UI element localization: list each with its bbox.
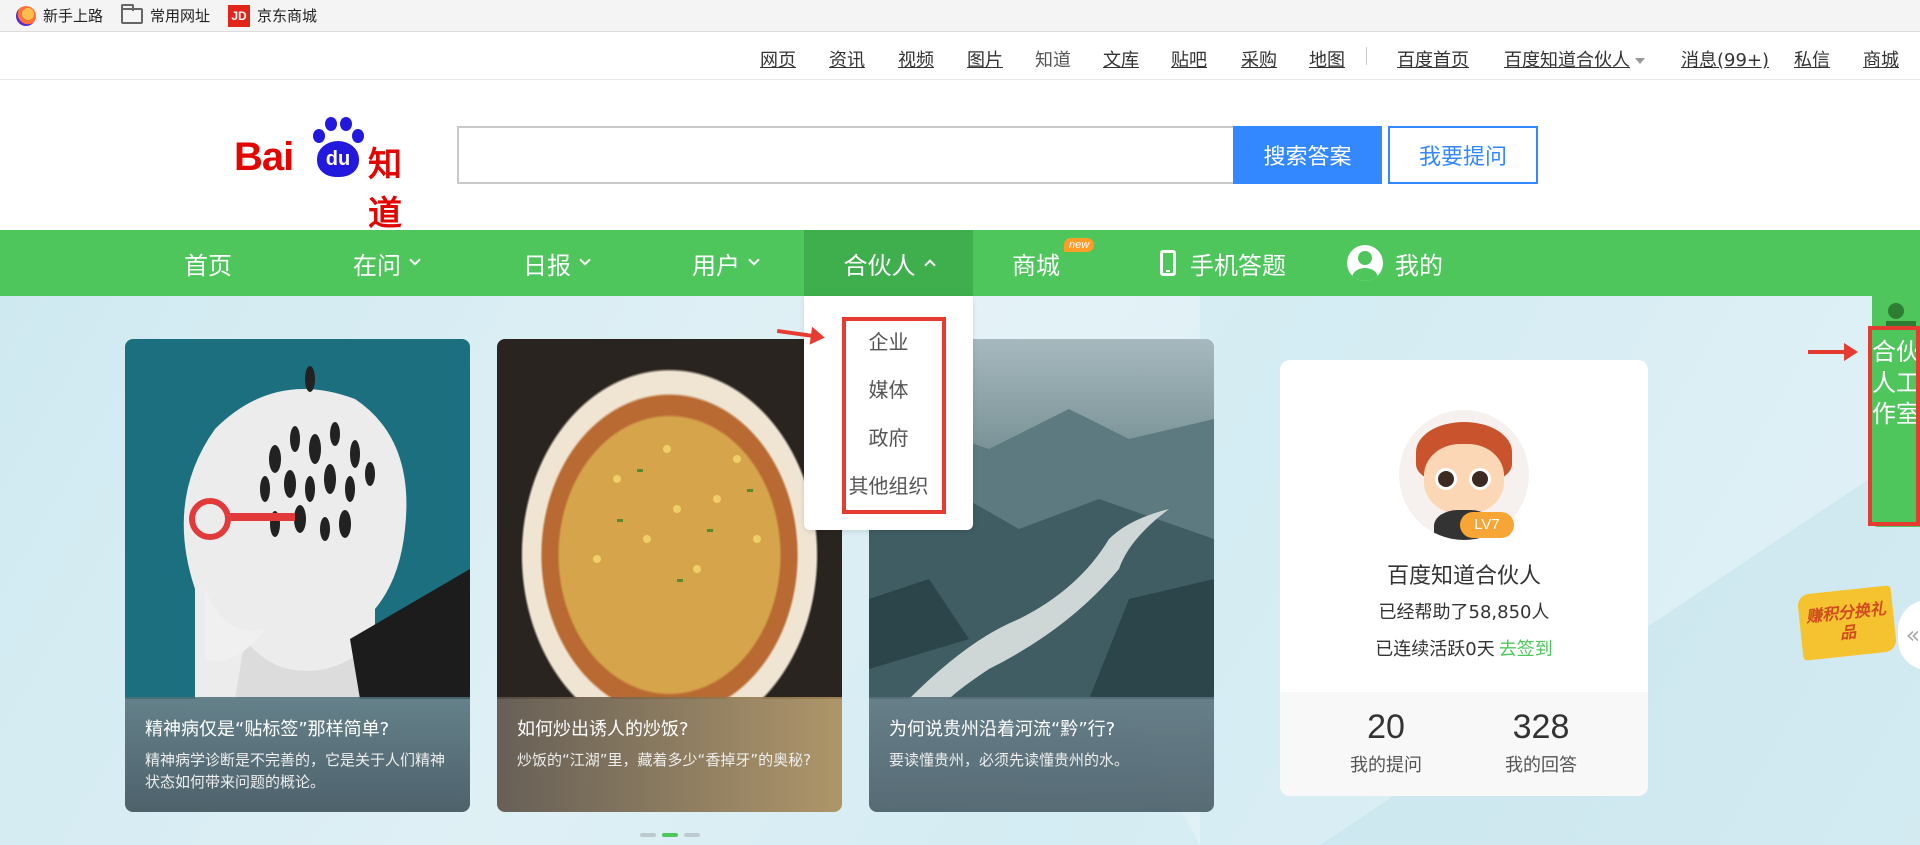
bookmark-label: 京东商城 <box>257 7 318 25</box>
stat-my-answers[interactable]: 328 我的回答 <box>1481 708 1601 777</box>
bookmarks-bar: 新手上路 常用网址 JD 京东商城 <box>0 0 1920 32</box>
jd-icon: JD <box>228 4 251 27</box>
baidu-zhidao-logo[interactable]: Bai du 知道 <box>234 115 430 234</box>
bookmark-common-sites[interactable]: 常用网址 <box>121 3 211 26</box>
nav-item-label: 日报 <box>523 251 571 280</box>
nav-item-asking[interactable]: 在问 <box>353 230 421 296</box>
helped-count: 已经帮助了58,850人 <box>1378 602 1550 623</box>
topnav-link-video[interactable]: 视频 <box>898 46 934 72</box>
ask-question-button[interactable]: 我要提问 <box>1388 126 1538 184</box>
bookmark-jd[interactable]: JD 京东商城 <box>228 4 318 27</box>
nav-item-mobile-answer[interactable]: 手机答题 <box>1160 230 1286 296</box>
card-image-fried-rice <box>497 339 842 699</box>
topnav-link-tieba[interactable]: 贴吧 <box>1171 46 1207 72</box>
bookmark-label: 常用网址 <box>150 7 211 25</box>
card-desc: 要读懂贵州，必须先读懂贵州的水。 <box>889 751 1130 769</box>
nav-item-label: 合伙人 <box>843 251 916 280</box>
topnav-link-map[interactable]: 地图 <box>1309 46 1345 72</box>
person-icon <box>1888 303 1904 319</box>
topnav-link-messages[interactable]: 消息(99+) <box>1681 46 1769 72</box>
chevron-up-icon <box>923 259 936 271</box>
nav-item-mine[interactable]: 我的 <box>1347 230 1443 296</box>
card-title: 如何炒出诱人的炒饭? <box>517 719 689 740</box>
stat-value: 328 <box>1512 708 1570 746</box>
chevron-down-icon <box>409 254 421 266</box>
nav-item-label: 首页 <box>184 251 232 280</box>
search-answer-button[interactable]: 搜索答案 <box>1233 126 1382 184</box>
carousel-dot[interactable] <box>640 833 656 837</box>
user-icon <box>1347 245 1383 281</box>
topnav-link-web[interactable]: 网页 <box>760 46 796 72</box>
nav-item-mall[interactable]: 商城 <box>1012 230 1060 296</box>
level-badge: LV7 <box>1460 512 1514 538</box>
caret-down-icon <box>1635 58 1645 64</box>
bookmark-label: 新手上路 <box>43 7 104 25</box>
topnav-link-baidu-home[interactable]: 百度首页 <box>1397 46 1469 72</box>
topnav-link-mall[interactable]: 商城 <box>1863 46 1899 72</box>
card-caption: 为何说贵州沿着河流“黔”行? 要读懂贵州，必须先读懂贵州的水。 <box>869 697 1214 812</box>
card-title: 精神病仅是“贴标签”那样简单? <box>145 719 390 740</box>
nav-item-users[interactable]: 用户 <box>692 230 760 296</box>
carousel-indicator <box>640 833 700 837</box>
card-desc: 精神病学诊断是不完善的，它是关于人们精神状态如何带来问题的概论。 <box>145 751 446 791</box>
stat-my-questions[interactable]: 20 我的提问 <box>1326 708 1446 777</box>
earn-points-gift-button[interactable]: 赚积分换礼品 <box>1796 585 1898 661</box>
stat-label: 我的回答 <box>1505 755 1577 776</box>
topnav-link-image[interactable]: 图片 <box>967 46 1003 72</box>
nav-item-label: 我的 <box>1395 251 1443 280</box>
chevron-down-icon <box>579 254 591 266</box>
card-desc: 炒饭的“江湖”里，藏着多少“香掉牙”的奥秘? <box>517 751 812 769</box>
partner-menu-label: 百度知道合伙人 <box>1504 50 1630 71</box>
logo-zhidao-text: 知道 <box>368 145 402 234</box>
nav-item-daily[interactable]: 日报 <box>523 230 591 296</box>
user-profile-card: LV7 百度知道合伙人 已经帮助了58,850人 已连续活跃0天 去签到 20 我… <box>1280 360 1648 796</box>
annotation-highlight-box <box>842 317 946 514</box>
topnav-link-dm[interactable]: 私信 <box>1794 46 1830 72</box>
topnav-link-wenku[interactable]: 文库 <box>1103 46 1139 72</box>
nav-item-label: 手机答题 <box>1190 251 1286 280</box>
stat-value: 20 <box>1367 708 1405 746</box>
nav-item-label: 在问 <box>353 251 401 280</box>
carousel-dot-active[interactable] <box>662 833 678 837</box>
phone-icon <box>1160 250 1176 276</box>
nav-item-label: 用户 <box>692 251 740 280</box>
main-nav-bar: 首页 在问 日报 用户 合伙人 商城 new 手机答题 我的 <box>0 230 1920 296</box>
folder-icon <box>121 3 144 24</box>
card-caption: 精神病仅是“贴标签”那样简单? 精神病学诊断是不完善的，它是关于人们精神状态如何… <box>125 697 470 812</box>
feature-card-psychiatry[interactable]: 精神病仅是“贴标签”那样简单? 精神病学诊断是不完善的，它是关于人们精神状态如何… <box>125 339 470 812</box>
paw-icon: du <box>307 115 367 179</box>
feature-card-fried-rice[interactable]: 如何炒出诱人的炒饭? 炒饭的“江湖”里，藏着多少“香掉牙”的奥秘? <box>497 339 842 812</box>
search-input[interactable] <box>457 126 1233 184</box>
annotation-arrow-icon <box>1808 343 1858 361</box>
active-days-line: 已连续活跃0天 去签到 <box>1280 635 1648 661</box>
card-title: 为何说贵州沿着河流“黔”行? <box>889 719 1116 740</box>
topnav-partner-menu[interactable]: 百度知道合伙人 <box>1504 46 1645 72</box>
card-caption: 如何炒出诱人的炒饭? 炒饭的“江湖”里，藏着多少“香掉牙”的奥秘? <box>497 697 842 812</box>
logo-bai-text: Bai <box>234 135 294 179</box>
new-badge: new <box>1064 238 1095 252</box>
divider <box>1366 47 1367 65</box>
firefox-icon <box>16 5 36 26</box>
topnav-link-purchase[interactable]: 采购 <box>1241 46 1277 72</box>
top-nav: 网页 资讯 视频 图片 知道 文库 贴吧 采购 地图 百度首页 百度知道合伙人 … <box>0 32 1920 80</box>
checkin-link[interactable]: 去签到 <box>1499 639 1553 660</box>
card-image-head-illustration <box>125 339 470 699</box>
topnav-link-news[interactable]: 资讯 <box>829 46 865 72</box>
nav-item-partner[interactable]: 合伙人 <box>804 230 973 296</box>
carousel-dot[interactable] <box>684 833 700 837</box>
annotation-highlight-box <box>1868 326 1920 526</box>
chevron-down-icon <box>748 254 760 266</box>
active-days: 已连续活跃0天 <box>1375 639 1495 660</box>
stat-label: 我的提问 <box>1350 755 1422 776</box>
profile-stats: 20 我的提问 328 我的回答 <box>1280 692 1648 796</box>
topnav-link-zhidao[interactable]: 知道 <box>1035 46 1071 72</box>
nav-item-label: 商城 <box>1012 251 1060 280</box>
bookmark-newbie[interactable]: 新手上路 <box>16 5 103 26</box>
logo-du-text: du <box>317 141 359 177</box>
nav-item-home[interactable]: 首页 <box>184 230 232 296</box>
profile-name[interactable]: 百度知道合伙人 <box>1280 558 1648 590</box>
